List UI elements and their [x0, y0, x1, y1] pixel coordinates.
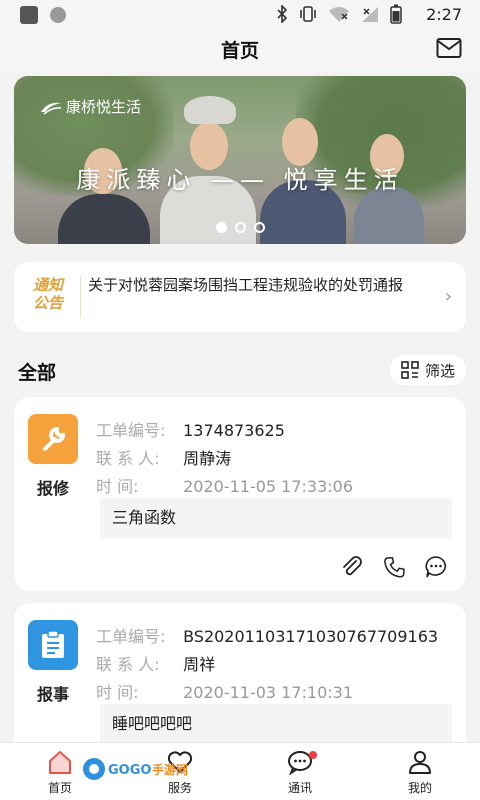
watermark-logo: GOGO 手游网: [83, 758, 188, 780]
vibrate-icon: [300, 6, 316, 22]
time-label: 时 间:: [96, 477, 139, 496]
work-order-card[interactable]: 报事 工单编号: BS20201103171030767709163 联 系 人…: [14, 603, 466, 763]
work-order-card[interactable]: 报修 工单编号: 1374873625 联 系 人: 周静涛 时 间: 2020…: [14, 397, 466, 591]
brand-logo-icon: [41, 102, 62, 115]
notice-bar[interactable]: 通知 公告 关于对悦蓉园案场围挡工程违规验收的处罚通报 ›: [14, 262, 466, 332]
notification-dot-icon: [50, 7, 66, 23]
contact-label: 联 系 人:: [96, 655, 160, 674]
battery-icon: [390, 4, 402, 24]
notice-badge-line2: 公告: [32, 294, 63, 312]
status-bar: 2:27: [0, 0, 480, 28]
notice-divider: [80, 276, 81, 318]
tab-messages[interactable]: 通讯: [260, 749, 340, 796]
category-label: 报事: [36, 685, 69, 704]
card-actions: [340, 555, 448, 579]
order-description: 三角函数: [100, 498, 452, 538]
top-nav-bar: 首页: [0, 28, 480, 70]
mail-icon[interactable]: [436, 37, 462, 59]
order-number-row: 工单编号: 1374873625: [96, 417, 285, 441]
category-label: 报修: [36, 479, 69, 498]
time-row: 时 间: 2020-11-05 17:33:06: [96, 473, 353, 497]
home-icon: [49, 751, 71, 774]
order-number-row: 工单编号: BS20201103171030767709163: [96, 623, 438, 647]
order-description: 睡吧吧吧吧: [100, 704, 452, 744]
banner-person: [58, 194, 150, 244]
attachment-icon[interactable]: [340, 555, 364, 579]
wifi-icon: [329, 7, 349, 22]
contact-value: 周静涛: [183, 449, 232, 468]
banner-brand: 康桥悦生活: [40, 96, 141, 117]
notification-app-icon: [20, 6, 38, 24]
status-icons: [276, 4, 402, 24]
chevron-right-icon: ›: [444, 286, 452, 307]
section-title: 全部: [18, 362, 57, 384]
carousel-dot[interactable]: [234, 222, 246, 233]
wrench-icon: [43, 426, 66, 451]
page-title: 首页: [220, 40, 259, 62]
status-time: 2:27: [426, 5, 462, 24]
signal-icon: [362, 7, 378, 22]
brand-name: 康桥悦生活: [66, 98, 142, 116]
order-number-label: 工单编号:: [96, 627, 166, 646]
banner-slogan: 康派臻心 —— 悦享生活: [76, 166, 404, 194]
banner-person-cap: [184, 96, 236, 124]
contact-label: 联 系 人:: [96, 449, 160, 468]
tab-profile[interactable]: 我的: [380, 749, 460, 796]
banner-person-head: [282, 118, 318, 166]
tab-label: 通讯: [287, 781, 312, 795]
order-number-value: BS20201103171030767709163: [183, 627, 439, 646]
order-number-label: 工单编号:: [96, 421, 166, 440]
time-value: 2020-11-03 17:10:31: [183, 683, 354, 702]
comment-icon[interactable]: [424, 555, 448, 579]
filter-button[interactable]: 筛选: [390, 355, 466, 385]
time-row: 时 间: 2020-11-03 17:10:31: [96, 679, 353, 703]
time-label: 时 间:: [96, 683, 139, 702]
contact-value: 周祥: [183, 655, 216, 674]
svg-text:GOGO: GOGO: [108, 763, 151, 778]
filter-label: 筛选: [424, 361, 455, 380]
category-icon: [28, 414, 78, 464]
notice-text[interactable]: 关于对悦蓉园案场围挡工程违规验收的处罚通报: [88, 274, 438, 297]
clipboard-icon: [42, 630, 64, 658]
unread-badge: [309, 751, 317, 759]
carousel-dot[interactable]: [253, 222, 265, 233]
bottom-tab-bar: 首页 服务 通讯 我的: [0, 742, 480, 800]
banner-carousel[interactable]: 康桥悦生活 康派臻心 —— 悦享生活: [14, 76, 466, 244]
contact-row: 联 系 人: 周静涛: [96, 445, 231, 469]
phone-icon[interactable]: [382, 555, 406, 579]
category-icon: [28, 620, 78, 670]
filter-grid-icon: [401, 361, 419, 379]
carousel-dot-active[interactable]: [215, 222, 227, 233]
carousel-indicators: [14, 222, 466, 233]
svg-text:手游网: 手游网: [152, 762, 188, 777]
notice-badge-icon: 通知 公告: [24, 276, 72, 318]
order-number-value: 1374873625: [183, 421, 285, 440]
person-icon: [409, 751, 431, 774]
time-value: 2020-11-05 17:33:06: [183, 477, 354, 496]
tab-label: 我的: [407, 781, 432, 795]
contact-row: 联 系 人: 周祥: [96, 651, 215, 675]
bluetooth-icon: [277, 5, 288, 23]
notice-badge-line1: 通知: [32, 276, 63, 294]
